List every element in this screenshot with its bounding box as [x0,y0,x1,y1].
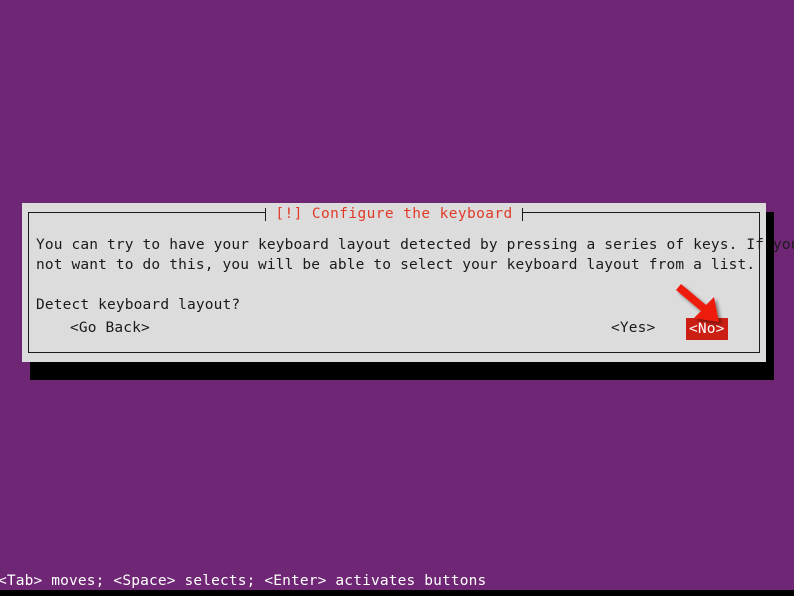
keyboard-hints-status-bar: <Tab> moves; <Space> selects; <Enter> ac… [0,573,487,589]
configure-keyboard-dialog: [!] Configure the keyboard You can try t… [22,203,794,362]
dialog-body: You can try to have your keyboard layout… [36,235,794,352]
dialog-text-line-1: You can try to have your keyboard layout… [36,237,794,253]
dialog-button-row: <Go Back> <Yes> <No> [36,318,752,340]
dialog-question: Detect keyboard layout? [36,297,241,313]
dialog-text-line-2: not want to do this, you will be able to… [36,257,756,273]
no-button[interactable]: <No> [686,318,728,340]
installer-screen: [!] Configure the keyboard You can try t… [0,0,794,596]
bottom-black-bar [0,590,794,596]
yes-button[interactable]: <Yes> [611,318,655,338]
go-back-button[interactable]: <Go Back> [70,318,150,338]
